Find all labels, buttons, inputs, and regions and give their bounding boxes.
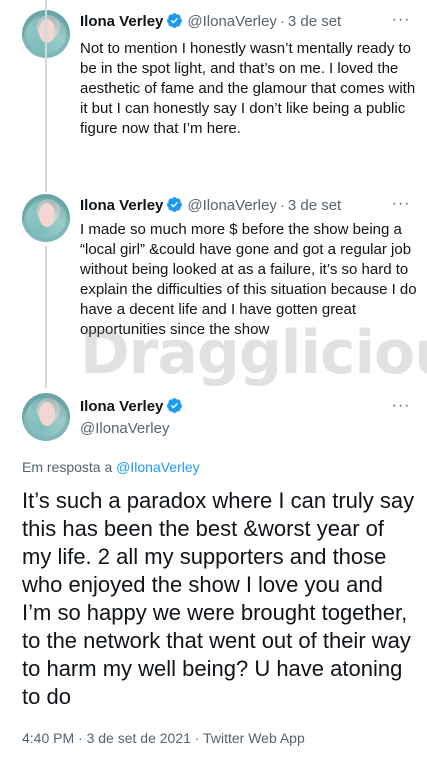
handle[interactable]: @IlonaVerley xyxy=(80,419,187,439)
verified-badge-icon xyxy=(166,196,183,219)
handle[interactable]: @IlonaVerley xyxy=(187,197,276,214)
display-name[interactable]: Ilona Verley xyxy=(80,13,163,30)
tweet-header: Ilona Verley @IlonaVerley · 3 de set xyxy=(80,196,413,216)
thread-line xyxy=(45,246,47,388)
more-options-icon[interactable]: ··· xyxy=(389,12,413,34)
more-options-icon[interactable]: ··· xyxy=(389,196,413,218)
tweet-text: Not to mention I honestly wasn’t mentall… xyxy=(80,40,416,137)
separator: · xyxy=(279,13,285,30)
tweet-header: Ilona Verley @IlonaVerley · 3 de set xyxy=(80,12,413,32)
verified-badge-icon xyxy=(166,397,183,419)
display-name[interactable]: Ilona Verley xyxy=(80,197,163,214)
tweet-date[interactable]: 3 de set xyxy=(288,13,341,30)
focused-tweet-text: It’s such a paradox where I can truly sa… xyxy=(22,488,415,709)
reply-context: Em resposta a @IlonaVerley xyxy=(22,459,200,475)
reply-prefix: Em resposta a xyxy=(22,459,113,475)
display-name[interactable]: Ilona Verley xyxy=(80,398,163,415)
avatar[interactable] xyxy=(22,194,70,242)
tweet-date[interactable]: 3 de set xyxy=(288,197,341,214)
tweet-text: I made so much more $ before the show be… xyxy=(80,221,417,338)
more-options-icon[interactable]: ··· xyxy=(389,398,413,420)
focused-tweet-header: Ilona Verley @IlonaVerley xyxy=(80,397,187,439)
handle[interactable]: @IlonaVerley xyxy=(187,13,276,30)
tweet-timestamp[interactable]: 4:40 PM · 3 de set de 2021 · Twitter Web… xyxy=(22,730,305,746)
separator: · xyxy=(279,197,285,214)
avatar[interactable] xyxy=(22,393,70,441)
verified-badge-icon xyxy=(166,12,183,35)
reply-handle-link[interactable]: @IlonaVerley xyxy=(116,459,199,475)
thread-line xyxy=(45,0,47,190)
